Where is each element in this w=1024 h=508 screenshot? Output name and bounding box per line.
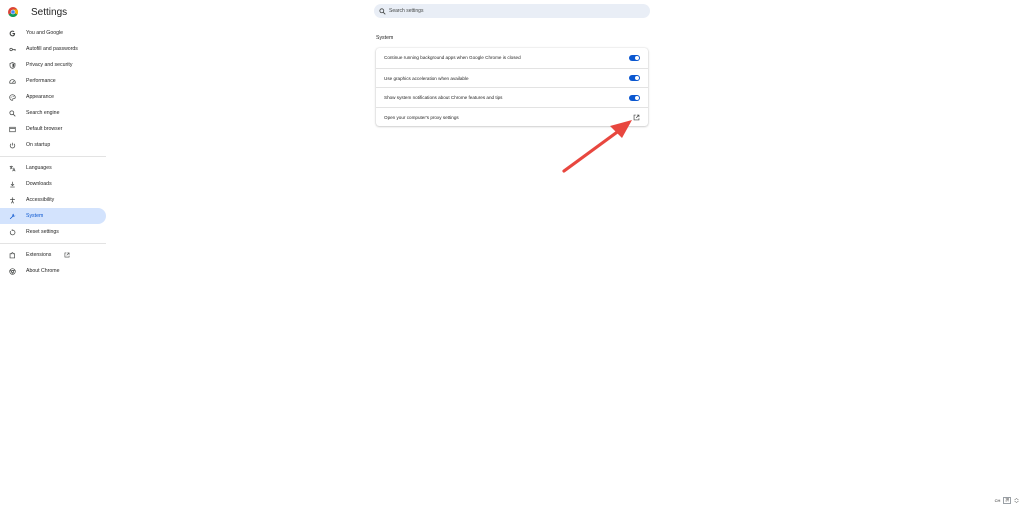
sidebar-item-privacy-and-security[interactable]: Privacy and security: [0, 57, 106, 73]
sidebar-item-downloads[interactable]: Downloads: [0, 176, 106, 192]
sidebar-item-label: Extensions: [26, 252, 52, 258]
speedometer-icon: [9, 78, 16, 85]
sidebar-item-default-browser[interactable]: Default browser: [0, 121, 106, 137]
sidebar-item-label: Languages: [26, 165, 52, 171]
setting-label: Use graphics acceleration when available: [384, 75, 469, 81]
sidebar-item-search-engine[interactable]: Search engine: [0, 105, 106, 121]
ime-state[interactable]: 拼: [1003, 496, 1011, 504]
header-brand: Settings: [8, 4, 67, 20]
settings-page: Settings You and Google Autofill and pass…: [0, 0, 1024, 508]
sidebar-item-label: Downloads: [26, 181, 52, 187]
sidebar-item-extensions[interactable]: Extensions: [0, 247, 106, 263]
setting-row-proxy-settings[interactable]: Open your computer's proxy settings: [376, 106, 648, 128]
accessibility-icon: [9, 196, 16, 204]
sidebar-item-label: About Chrome: [26, 268, 60, 274]
sidebar-item-about-chrome[interactable]: About Chrome: [0, 263, 106, 279]
chrome-outline-icon: [9, 267, 16, 275]
sidebar: You and Google Autofill and passwords Priv…: [0, 25, 106, 279]
wrench-icon: [9, 213, 16, 220]
sidebar-divider: [0, 243, 106, 244]
toggle-knob: [635, 95, 639, 100]
power-icon: [9, 142, 16, 149]
open-in-new-icon: [64, 252, 70, 258]
chrome-logo-icon: [8, 7, 18, 17]
sidebar-item-performance[interactable]: Performance: [0, 73, 106, 89]
sidebar-item-reset-settings[interactable]: Reset settings: [0, 224, 106, 240]
key-icon: [9, 46, 16, 53]
sidebar-item-label: On startup: [26, 142, 51, 148]
toggle-knob: [635, 76, 639, 81]
setting-row-background-apps[interactable]: Continue running background apps when Go…: [376, 48, 648, 68]
sidebar-item-languages[interactable]: Languages: [0, 160, 106, 176]
ime-mode[interactable]: CH: [995, 498, 1001, 503]
reset-icon: [9, 228, 16, 236]
puzzle-icon: [9, 251, 16, 259]
download-icon: [9, 181, 16, 188]
sidebar-item-label: Performance: [26, 78, 56, 84]
google-g-icon: [9, 30, 16, 37]
graphics-acceleration-toggle[interactable]: [629, 75, 640, 82]
sidebar-item-label: Autofill and passwords: [26, 46, 78, 52]
system-notifications-toggle[interactable]: [629, 94, 640, 101]
section-title: System: [376, 35, 394, 41]
sidebar-item-on-startup[interactable]: On startup: [0, 137, 106, 153]
sidebar-item-appearance[interactable]: Appearance: [0, 89, 106, 105]
setting-label: Open your computer's proxy settings: [384, 114, 459, 120]
browser-window-icon: [9, 126, 16, 133]
system-tray: CH 拼: [995, 496, 1019, 504]
toggle-knob: [635, 55, 639, 60]
system-settings-card: Continue running background apps when Go…: [376, 48, 648, 126]
search-input[interactable]: [389, 6, 629, 16]
search-icon: [379, 7, 386, 15]
setting-label: Show system notifications about Chrome f…: [384, 95, 503, 101]
search-bar[interactable]: [374, 4, 650, 18]
shield-icon: [9, 61, 16, 69]
sidebar-item-accessibility[interactable]: Accessibility: [0, 192, 106, 208]
ime-settings-icon[interactable]: [1014, 497, 1019, 503]
sidebar-item-autofill-and-passwords[interactable]: Autofill and passwords: [0, 41, 106, 57]
sidebar-item-label: You and Google: [26, 30, 64, 36]
setting-row-system-notifications[interactable]: Show system notifications about Chrome f…: [376, 87, 648, 108]
page-title: Settings: [31, 6, 68, 18]
sidebar-item-label: Default browser: [26, 126, 63, 132]
sidebar-item-label: Accessibility: [26, 197, 55, 203]
sidebar-item-system[interactable]: System: [0, 208, 106, 224]
annotation-arrow-shaft: [562, 128, 622, 173]
translate-icon: [9, 165, 16, 172]
background-apps-toggle[interactable]: [629, 54, 640, 61]
palette-icon: [9, 93, 16, 101]
sidebar-item-label: Reset settings: [26, 229, 59, 235]
sidebar-item-you-and-google[interactable]: You and Google: [0, 25, 106, 41]
sidebar-item-label: Privacy and security: [26, 62, 73, 68]
search-icon: [9, 109, 16, 117]
setting-row-graphics-acceleration[interactable]: Use graphics acceleration when available: [376, 67, 648, 89]
sidebar-item-label: Search engine: [26, 110, 60, 116]
setting-label: Continue running background apps when Go…: [384, 55, 521, 61]
sidebar-divider: [0, 156, 106, 157]
sidebar-item-label: System: [26, 213, 44, 219]
open-in-new-icon[interactable]: [632, 113, 640, 121]
sidebar-item-label: Appearance: [26, 94, 54, 100]
